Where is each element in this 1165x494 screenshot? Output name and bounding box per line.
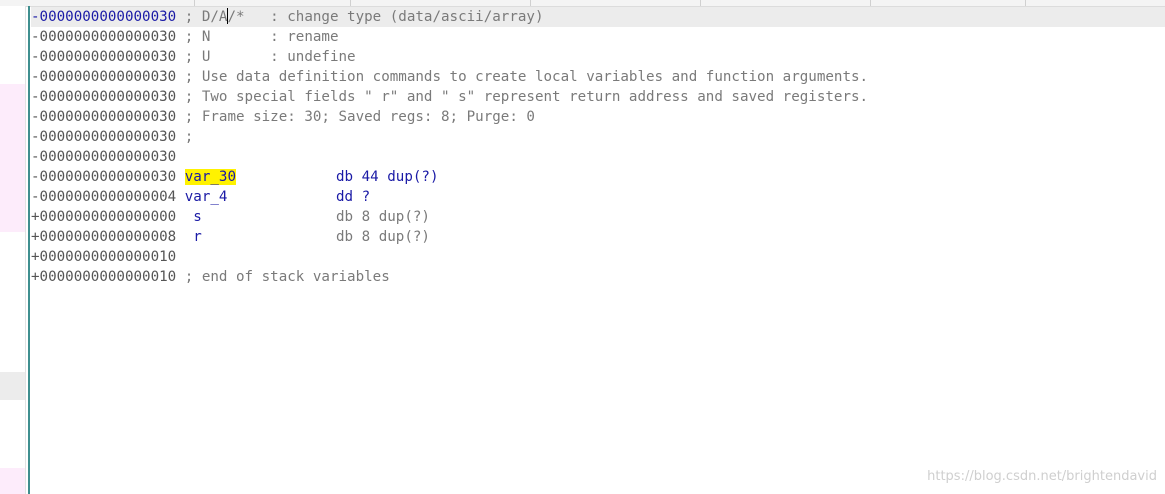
watermark: https://blog.csdn.net/brightendavid: [927, 469, 1157, 484]
line-comment: ; Use data definition commands to create…: [176, 69, 869, 85]
listing-line[interactable]: -0000000000000030 ; U : undefine: [31, 47, 1165, 67]
variable-name[interactable]: var_30: [184, 169, 237, 185]
line-comment: ; end of stack variables: [176, 269, 390, 285]
line-comment: ; Frame size: 30; Saved regs: 8; Purge: …: [176, 109, 535, 125]
listing-line[interactable]: -0000000000000030 ; Frame size: 30; Save…: [31, 107, 1165, 127]
variable-name[interactable]: s: [185, 209, 202, 225]
line-address: -0000000000000030: [31, 109, 177, 125]
line-address: -0000000000000030: [31, 169, 177, 185]
listing-line[interactable]: -0000000000000030: [31, 147, 1165, 167]
variable-type: db 44 dup(?): [336, 169, 439, 185]
listing-line[interactable]: -0000000000000030 ; Two special fields "…: [31, 87, 1165, 107]
listing-line[interactable]: +0000000000000010 ; end of stack variabl…: [31, 267, 1165, 287]
ruler-tick: [1025, 0, 1026, 6]
line-address: +0000000000000010: [31, 269, 177, 285]
variable-name[interactable]: r: [185, 229, 202, 245]
listing-line[interactable]: -0000000000000030 ;: [31, 127, 1165, 147]
gutter-divider: [28, 6, 30, 494]
gutter-band: [0, 372, 25, 400]
gutter-band: [0, 468, 25, 494]
stack-variable-row[interactable]: +0000000000000008 r db 8 dup(?): [31, 227, 1165, 247]
line-address: +0000000000000010: [31, 249, 177, 265]
listing-line[interactable]: -0000000000000030 ; D/A/* : change type …: [31, 7, 1165, 27]
line-address: +0000000000000008: [31, 229, 177, 245]
line-address: +0000000000000000: [31, 209, 177, 225]
line-comment: ;: [176, 129, 194, 145]
line-comment: ; N : rename: [176, 29, 339, 45]
variable-type: dd ?: [336, 189, 371, 205]
listing-line[interactable]: -0000000000000030 ; N : rename: [31, 27, 1165, 47]
top-ruler: [0, 0, 1165, 7]
ruler-tick: [194, 0, 195, 6]
stack-variable-row[interactable]: -0000000000000030 var_30 db 44 dup(?): [31, 167, 1165, 187]
ruler-tick: [700, 0, 701, 6]
gutter-band: [0, 84, 25, 232]
ruler-tick: [870, 0, 871, 6]
stack-frame-listing[interactable]: -0000000000000030 ; D/A/* : change type …: [31, 7, 1165, 287]
line-address: -0000000000000030: [31, 9, 177, 25]
stack-variable-row[interactable]: +0000000000000000 s db 8 dup(?): [31, 207, 1165, 227]
line-address: -0000000000000004: [31, 189, 177, 205]
ruler-tick: [530, 0, 531, 6]
stack-variable-row[interactable]: -0000000000000004 var_4 dd ?: [31, 187, 1165, 207]
ruler-tick: [350, 0, 351, 6]
line-comment: ; Two special fields " r" and " s" repre…: [176, 89, 869, 105]
line-comment: ; U : undefine: [176, 49, 356, 65]
line-comment: /* : change type (data/ascii/array): [227, 9, 544, 25]
listing-line[interactable]: -0000000000000030 ; Use data definition …: [31, 67, 1165, 87]
listing-line[interactable]: +0000000000000010: [31, 247, 1165, 267]
line-address: -0000000000000030: [31, 149, 177, 165]
variable-type: db 8 dup(?): [336, 229, 430, 245]
line-address: -0000000000000030: [31, 49, 177, 65]
line-address: -0000000000000030: [31, 129, 177, 145]
line-address: -0000000000000030: [31, 29, 177, 45]
variable-type: db 8 dup(?): [336, 209, 430, 225]
variable-name[interactable]: var_4: [185, 189, 228, 205]
line-address: -0000000000000030: [31, 69, 177, 85]
line-comment: ; D/A: [176, 9, 228, 25]
navigation-gutter[interactable]: [0, 6, 26, 494]
line-address: -0000000000000030: [31, 89, 177, 105]
